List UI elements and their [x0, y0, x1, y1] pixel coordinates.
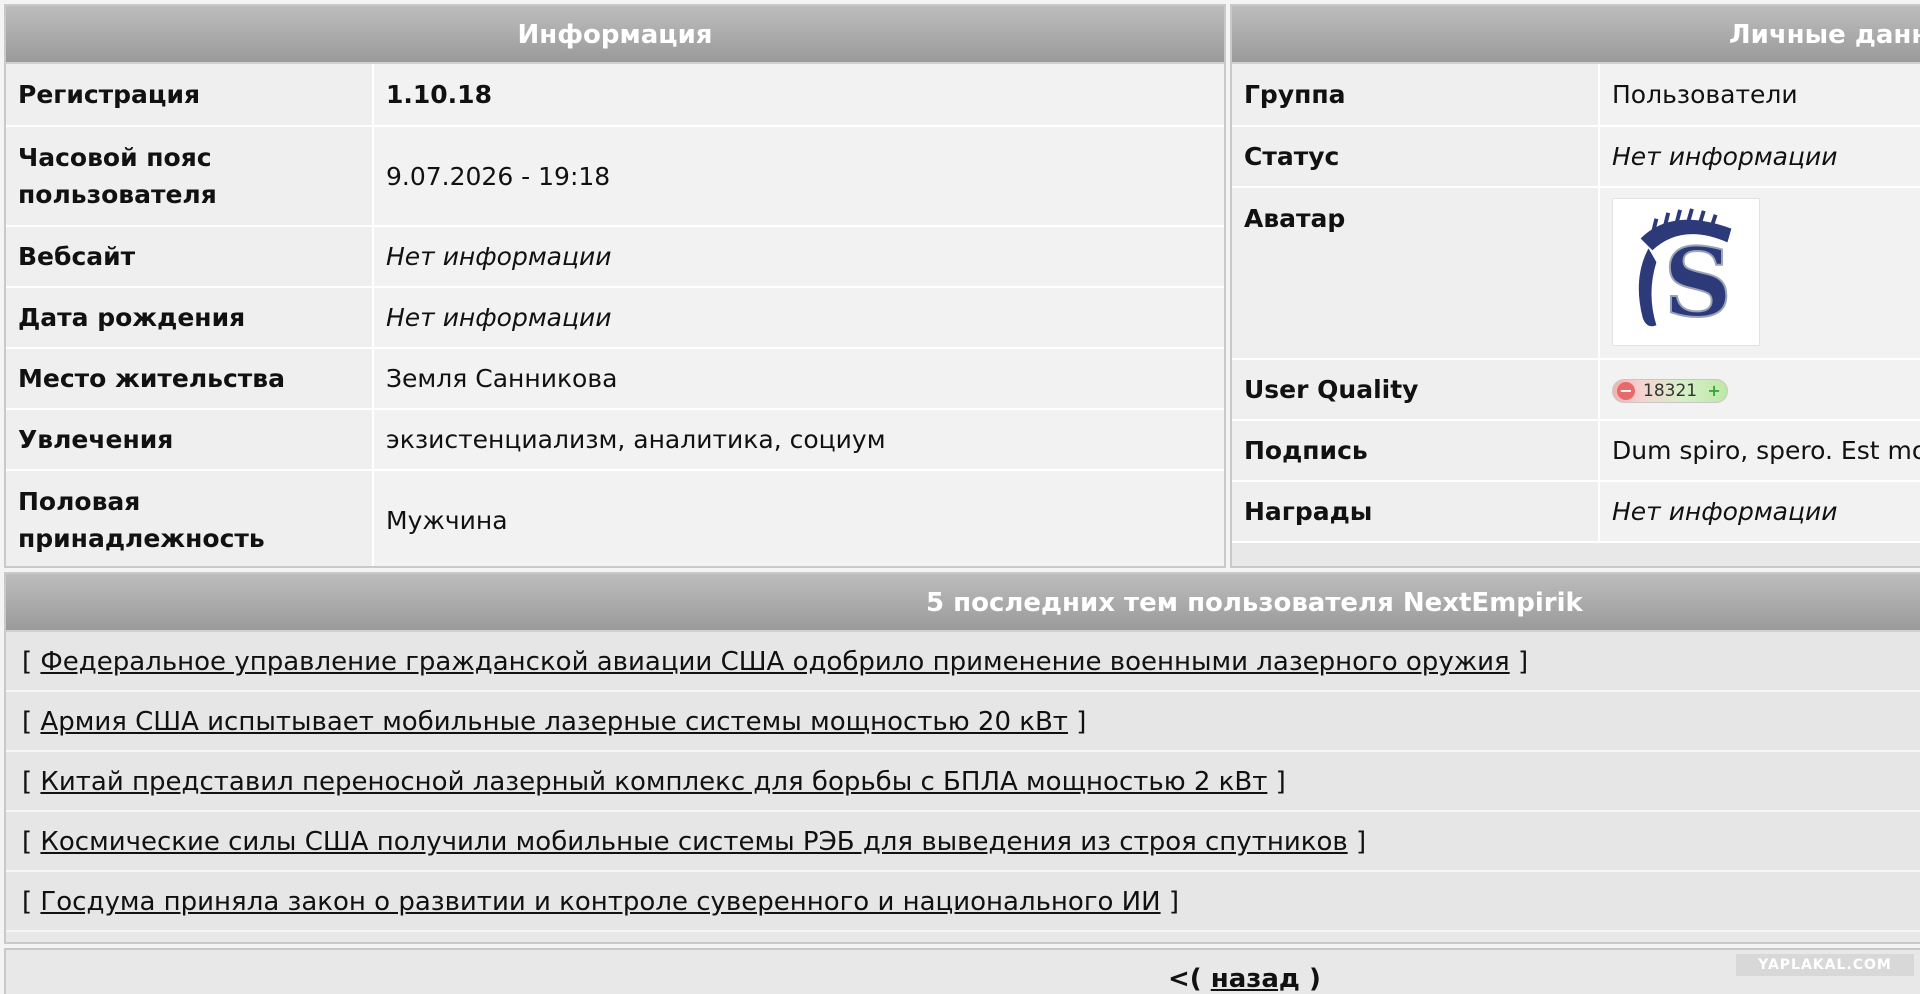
personal-table: Группа Пользователи Статус Нет информаци… — [1232, 64, 1920, 543]
info-panel: Информация Регистрация 1.10.18 Часовой п… — [4, 4, 1226, 568]
topics-panel: 5 последних тем пользователя NextEmpirik… — [4, 572, 1920, 944]
topic-open-bracket: [ — [22, 827, 33, 857]
topic-link[interactable]: Китай представил переносной лазерный ком… — [40, 767, 1267, 797]
info-row-website: Вебсайт Нет информации — [6, 226, 1224, 288]
status-label: Статус — [1232, 126, 1600, 188]
info-label: Часовой пояс пользователя — [6, 126, 374, 227]
info-row-timezone: Часовой пояс пользователя 9.07.2026 - 19… — [6, 126, 1224, 227]
back-nav: <( назад ) — [1168, 964, 1321, 994]
topic-link[interactable]: Космические силы США получили мобильные … — [40, 827, 1347, 857]
topic-item: [ Госдума приняла закон о развитии и кон… — [6, 872, 1920, 932]
awards-value: Нет информации — [1599, 481, 1920, 543]
back-prefix: <( — [1168, 964, 1202, 994]
info-row-birthday: Дата рождения Нет информации — [6, 287, 1224, 349]
info-row-interests: Увлечения экзистенциализм, аналитика, со… — [6, 409, 1224, 471]
topic-close-bracket: ] — [1355, 827, 1367, 857]
quality-cell: − 18321 + — [1599, 359, 1920, 421]
topic-open-bracket: [ — [22, 647, 33, 677]
quality-value: 18321 — [1643, 381, 1698, 401]
status-value: Нет информации — [1599, 126, 1920, 188]
topic-link[interactable]: Госдума приняла закон о развитии и контр… — [40, 887, 1160, 917]
topic-close-bracket: ] — [1517, 647, 1529, 677]
personal-row-signature: Подпись Dum spiro, spero. Est modus in r… — [1232, 420, 1920, 482]
personal-panel-title: Личные данные — [1232, 6, 1920, 64]
topic-close-bracket: ] — [1076, 707, 1087, 737]
back-link[interactable]: назад — [1211, 964, 1300, 994]
personal-row-group: Группа Пользователи — [1232, 64, 1920, 127]
personal-row-quality: User Quality − 18321 + — [1232, 359, 1920, 421]
topic-link[interactable]: Федеральное управление гражданской авиац… — [40, 647, 1509, 677]
topic-close-bracket: ] — [1275, 767, 1286, 797]
topic-item: [ Китай представил переносной лазерный к… — [6, 752, 1920, 812]
avatar-letter: S — [1664, 227, 1732, 338]
info-label: Вебсайт — [6, 226, 374, 288]
info-table: Регистрация 1.10.18 Часовой пояс пользов… — [6, 64, 1224, 566]
personal-row-awards: Награды Нет информации — [1232, 481, 1920, 543]
info-label: Половая принадлежность — [6, 470, 374, 566]
topic-item: [ Федеральное управление гражданской ави… — [6, 632, 1920, 692]
info-row-gender: Половая принадлежность Мужчина — [6, 470, 1224, 566]
info-value: Мужчина — [373, 470, 1224, 566]
quality-label: User Quality — [1232, 359, 1600, 421]
info-value: Нет информации — [373, 287, 1224, 349]
topic-item: [ Космические силы США получили мобильны… — [6, 812, 1920, 872]
topic-close-bracket: ] — [1168, 887, 1179, 917]
info-label: Увлечения — [6, 409, 374, 471]
footer-panel: <( назад ) — [4, 948, 1920, 994]
topics-panel-title: 5 последних тем пользователя NextEmpirik — [6, 574, 1920, 632]
group-value: Пользователи — [1599, 64, 1920, 127]
info-row-location: Место жительства Земля Санникова — [6, 348, 1224, 410]
quality-plus-button[interactable]: + — [1705, 382, 1723, 400]
info-value: 9.07.2026 - 19:18 — [373, 126, 1224, 227]
avatar-cell: S — [1599, 187, 1920, 360]
topic-link[interactable]: Армия США испытывает мобильные лазерные … — [40, 707, 1068, 737]
topic-open-bracket: [ — [22, 887, 33, 917]
info-label: Дата рождения — [6, 287, 374, 349]
personal-row-avatar: Аватар S — [1232, 187, 1920, 360]
quality-widget: − 18321 + — [1612, 379, 1729, 403]
info-panel-title: Информация — [6, 6, 1224, 64]
signature-label: Подпись — [1232, 420, 1600, 482]
profile-page: Информация Регистрация 1.10.18 Часовой п… — [0, 0, 1920, 994]
info-row-registration: Регистрация 1.10.18 — [6, 64, 1224, 127]
signature-value: Dum spiro, spero. Est modus in rebus. — [1599, 420, 1920, 482]
info-value: Земля Санникова — [373, 348, 1224, 410]
topic-open-bracket: [ — [22, 707, 33, 737]
topic-item: [ Армия США испытывает мобильные лазерны… — [6, 692, 1920, 752]
personal-panel: Личные данные Группа Пользователи Статус… — [1230, 4, 1920, 568]
info-value: 1.10.18 — [373, 64, 1224, 127]
back-suffix: ) — [1308, 964, 1321, 994]
info-label: Место жительства — [6, 348, 374, 410]
quality-minus-button[interactable]: − — [1617, 382, 1635, 400]
awards-label: Награды — [1232, 481, 1600, 543]
topic-open-bracket: [ — [22, 767, 33, 797]
info-label: Регистрация — [6, 64, 374, 127]
avatar[interactable]: S — [1612, 198, 1760, 346]
info-value: экзистенциализм, аналитика, социум — [373, 409, 1224, 471]
personal-row-status: Статус Нет информации — [1232, 126, 1920, 188]
avatar-label: Аватар — [1232, 187, 1600, 360]
group-label: Группа — [1232, 64, 1600, 127]
site-watermark: YAPLAKAL.COM — [1736, 954, 1914, 976]
info-value: Нет информации — [373, 226, 1224, 288]
